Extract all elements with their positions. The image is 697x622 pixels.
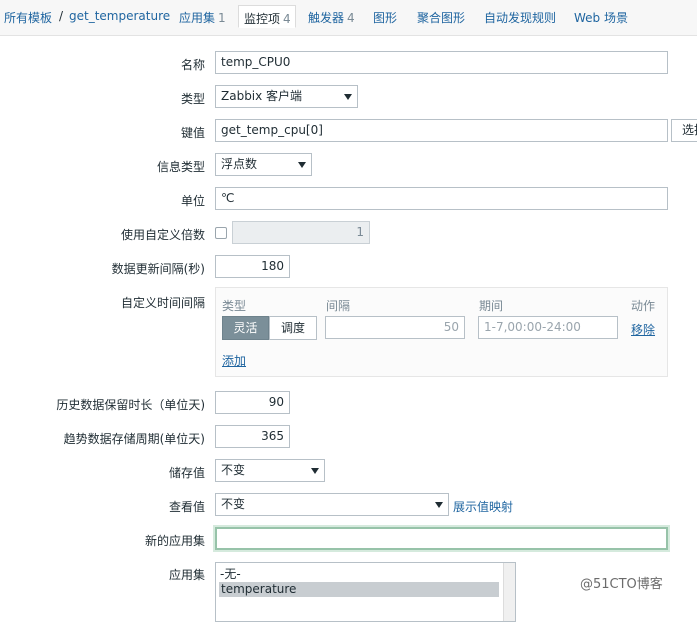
remove-interval-link[interactable]: 移除 xyxy=(631,321,655,338)
show-value-select[interactable]: 不变 xyxy=(215,493,449,516)
new-application-input[interactable] xyxy=(215,527,668,550)
tab-screens[interactable]: 聚合图形 xyxy=(417,9,465,26)
list-item[interactable]: -无- xyxy=(220,567,241,582)
tab-discovery-rules[interactable]: 自动发现规则 xyxy=(484,9,556,26)
key-label: 键值 xyxy=(180,126,205,140)
tab-web-scenarios[interactable]: Web 场景 xyxy=(574,9,628,26)
breadcrumb-nav: 所有模板 / get_temperature 应用集 1 监控项 4 触发器 4 图形… xyxy=(0,0,697,36)
show-value-select-value: 不变 xyxy=(221,497,246,511)
custom-intervals-table: 类型 间隔 期间 动作 灵活 调度 50 1-7,00:00-24:00 移除 … xyxy=(215,287,668,377)
col-interval-header: 间隔 xyxy=(326,299,351,313)
value-mapping-link[interactable]: 展示值映射 xyxy=(453,498,513,515)
watermark: @51CTO博客 xyxy=(580,577,663,592)
custom-intervals-label: 自定义时间间隔 xyxy=(120,296,205,310)
tab-graphs[interactable]: 图形 xyxy=(373,9,397,26)
type-select-value: Zabbix 客户端 xyxy=(221,89,303,103)
breadcrumb-separator: / xyxy=(59,9,64,23)
interval-input[interactable]: 50 xyxy=(325,316,465,339)
chevron-down-icon xyxy=(298,162,306,168)
history-input[interactable]: 90 xyxy=(215,391,290,414)
store-value-select-value: 不变 xyxy=(221,463,246,477)
tab-triggers-count: 4 xyxy=(347,11,355,25)
units-label: 单位 xyxy=(180,194,205,208)
name-input[interactable]: temp_CPU0 xyxy=(215,51,668,74)
tab-items-count: 4 xyxy=(283,12,291,26)
tab-items-label: 监控项 xyxy=(244,12,281,26)
tab-triggers-label: 触发器 xyxy=(308,11,345,25)
store-value-label: 储存值 xyxy=(168,466,205,480)
update-interval-input[interactable]: 180 xyxy=(215,255,290,278)
tab-applications-count: 1 xyxy=(218,11,226,25)
value-type-select-value: 浮点数 xyxy=(221,157,258,171)
period-input[interactable]: 1-7,00:00-24:00 xyxy=(478,316,618,339)
col-type-header: 类型 xyxy=(222,299,247,313)
nav-template-name-link[interactable]: get_temperature xyxy=(69,9,170,23)
add-interval-link[interactable]: 添加 xyxy=(222,352,246,369)
key-input[interactable]: get_temp_cpu[0] xyxy=(215,119,668,142)
tab-applications[interactable]: 应用集 1 xyxy=(179,9,226,26)
flexible-toggle-button[interactable]: 灵活 xyxy=(222,316,269,340)
units-input[interactable]: ℃ xyxy=(215,187,668,210)
store-value-select[interactable]: 不变 xyxy=(215,459,325,482)
type-select[interactable]: Zabbix 客户端 xyxy=(215,85,358,108)
applications-label: 应用集 xyxy=(168,568,205,582)
col-period-header: 期间 xyxy=(479,299,504,313)
type-label: 类型 xyxy=(180,92,205,106)
chevron-down-icon xyxy=(311,468,319,474)
value-type-select[interactable]: 浮点数 xyxy=(215,153,312,176)
key-select-button[interactable]: 选择 xyxy=(671,119,697,142)
new-application-label: 新的应用集 xyxy=(144,534,205,548)
name-label: 名称 xyxy=(180,58,205,72)
col-action-header: 动作 xyxy=(631,299,656,313)
multiplier-checkbox[interactable] xyxy=(215,227,227,239)
multiplier-input: 1 xyxy=(232,221,370,244)
history-label: 历史数据保留时长（单位天) xyxy=(56,398,205,412)
tab-applications-label: 应用集 xyxy=(179,11,216,25)
list-item-selected[interactable]: temperature xyxy=(219,582,499,597)
update-interval-label: 数据更新间隔(秒) xyxy=(111,262,205,276)
tab-triggers[interactable]: 触发器 4 xyxy=(308,9,355,26)
nav-all-templates-link[interactable]: 所有模板 xyxy=(4,9,52,26)
trends-label: 趋势数据存储周期(单位天) xyxy=(63,432,205,446)
scheduling-toggle-button[interactable]: 调度 xyxy=(269,316,317,340)
applications-listbox[interactable]: -无- temperature xyxy=(215,562,516,622)
multiplier-label: 使用自定义倍数 xyxy=(120,228,205,242)
value-type-label: 信息类型 xyxy=(156,160,205,174)
listbox-scrollbar[interactable] xyxy=(503,563,515,621)
chevron-down-icon xyxy=(435,502,443,508)
show-value-label: 查看值 xyxy=(168,500,205,514)
trends-input[interactable]: 365 xyxy=(215,425,290,448)
chevron-down-icon xyxy=(344,94,352,100)
tab-items-active[interactable]: 监控项 4 xyxy=(238,5,296,28)
